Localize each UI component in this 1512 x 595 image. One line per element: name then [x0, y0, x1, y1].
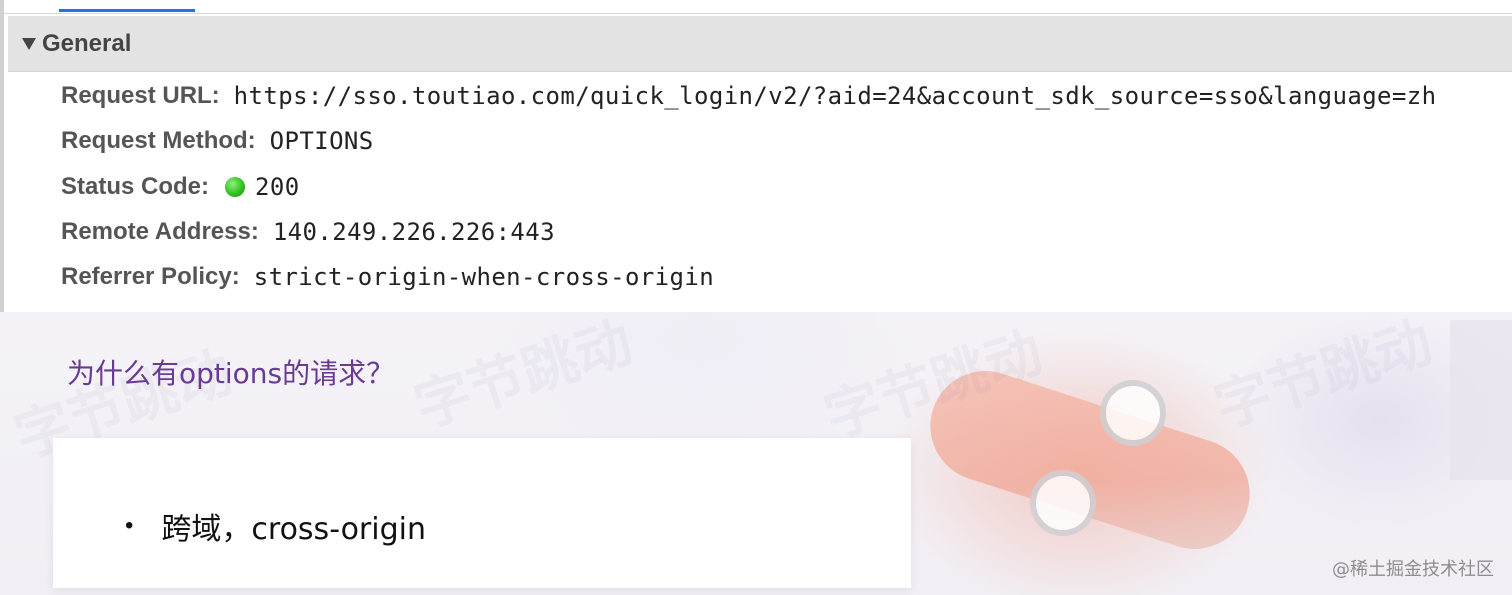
section-title: General [42, 29, 132, 57]
general-section-header[interactable]: General [8, 16, 1512, 72]
answer-text: 跨域，cross-origin [161, 512, 426, 547]
active-tab-indicator[interactable] [59, 9, 195, 12]
referrer-policy-row: Referrer Policy: strict-origin-when-cros… [61, 257, 714, 297]
request-method-row: Request Method: OPTIONS [61, 121, 374, 161]
referrer-policy-label: Referrer Policy: [61, 263, 240, 290]
status-code-value: 200 [255, 173, 300, 201]
decorative-block [1450, 320, 1512, 480]
status-code-label: Status Code: [61, 173, 210, 200]
status-code-row: Status Code: 200 [61, 167, 300, 207]
collapse-triangle-icon[interactable] [22, 37, 36, 50]
remote-address-label: Remote Address: [61, 218, 259, 245]
referrer-policy-value: strict-origin-when-cross-origin [253, 263, 715, 291]
remote-address-row: Remote Address: 140.249.226.226:443 [61, 212, 555, 252]
status-ok-icon [225, 177, 246, 197]
bullet-marker: • [125, 512, 134, 539]
source-credit: @稀土掘金技术社区 [1332, 559, 1494, 580]
answer-card: • 跨域，cross-origin [53, 438, 911, 588]
wheel-illustration [1030, 470, 1096, 536]
request-method-value: OPTIONS [269, 127, 374, 155]
devtools-headers-panel: General Request URL: https://sso.toutiao… [0, 0, 1512, 312]
remote-address-value: 140.249.226.226:443 [272, 218, 555, 246]
wheel-illustration [1100, 380, 1166, 446]
request-url-value[interactable]: https://sso.toutiao.com/quick_login/v2/?… [234, 82, 1437, 110]
request-url-label: Request URL: [61, 82, 220, 109]
request-method-label: Request Method: [61, 127, 256, 154]
devtools-tab-strip [4, 0, 1512, 14]
slide-question: 为什么有options的请求？ [67, 357, 395, 390]
answer-bullet: • 跨域，cross-origin [125, 504, 426, 548]
request-url-row: Request URL: https://sso.toutiao.com/qui… [61, 76, 1436, 116]
